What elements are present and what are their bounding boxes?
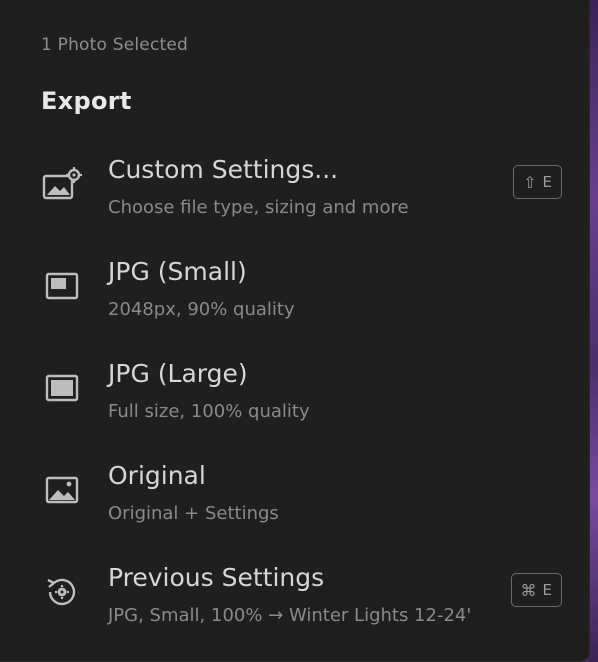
menu-item-label: Previous Settings bbox=[108, 563, 325, 592]
shift-key-icon: ⇧ bbox=[523, 172, 537, 192]
menu-item-description: Original + Settings bbox=[108, 503, 279, 524]
menu-item-label: JPG (Small) bbox=[108, 257, 247, 286]
selection-count: 1 Photo Selected bbox=[41, 35, 189, 55]
menu-item-original[interactable]: Original Original + Settings bbox=[0, 448, 590, 550]
menu-item-label: JPG (Large) bbox=[108, 359, 248, 388]
shortcut-badge: ⇧ E bbox=[513, 165, 562, 199]
large-frame-icon bbox=[41, 370, 83, 406]
history-settings-icon bbox=[41, 574, 83, 610]
menu-item-description: Full size, 100% quality bbox=[108, 401, 310, 422]
menu-item-description: JPG, Small, 100% → Winter Lights 12-24' bbox=[108, 605, 472, 626]
export-panel: 1 Photo Selected Export Custom Settings.… bbox=[0, 0, 590, 662]
command-key-icon: ⌘ bbox=[520, 580, 537, 600]
shortcut-key: E bbox=[542, 581, 552, 599]
image-settings-icon bbox=[41, 166, 83, 202]
menu-item-label: Custom Settings... bbox=[108, 155, 339, 184]
menu-item-previous-settings[interactable]: Previous Settings JPG, Small, 100% → Win… bbox=[0, 550, 590, 652]
menu-item-description: Choose file type, sizing and more bbox=[108, 197, 409, 218]
menu-item-custom-settings[interactable]: Custom Settings... Choose file type, siz… bbox=[0, 142, 590, 244]
export-menu: Custom Settings... Choose file type, siz… bbox=[0, 142, 590, 652]
menu-item-jpg-large[interactable]: JPG (Large) Full size, 100% quality bbox=[0, 346, 590, 448]
export-title: Export bbox=[41, 87, 132, 115]
small-frame-icon bbox=[41, 268, 83, 304]
menu-item-description: 2048px, 90% quality bbox=[108, 299, 295, 320]
shortcut-badge: ⌘ E bbox=[510, 573, 562, 607]
image-icon bbox=[41, 472, 83, 508]
menu-item-jpg-small[interactable]: JPG (Small) 2048px, 90% quality bbox=[0, 244, 590, 346]
shortcut-key: E bbox=[542, 173, 552, 191]
menu-item-label: Original bbox=[108, 461, 206, 490]
